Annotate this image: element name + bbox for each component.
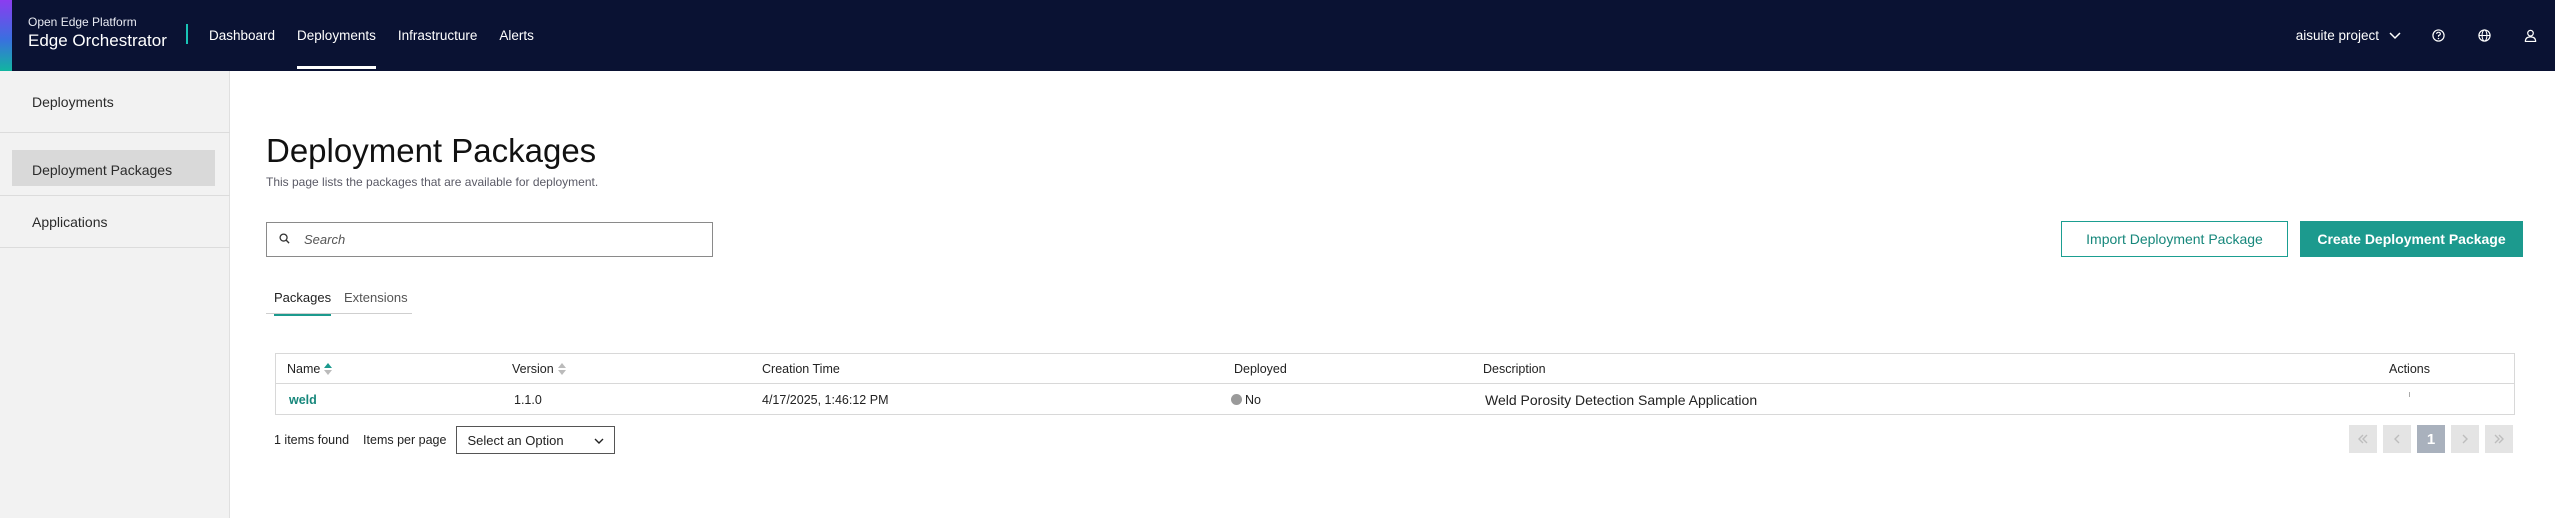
create-deployment-package-button[interactable]: Create Deployment Package bbox=[2300, 221, 2523, 257]
column-header-name[interactable]: Name bbox=[287, 354, 333, 384]
search-icon bbox=[279, 231, 290, 249]
tab-packages[interactable]: Packages bbox=[274, 290, 332, 316]
items-count: 1 items found bbox=[274, 433, 350, 447]
header-actions: aisuite project bbox=[2296, 0, 2555, 71]
first-page-button[interactable] bbox=[2349, 425, 2377, 453]
package-version: 1.1.0 bbox=[514, 392, 542, 407]
last-page-button[interactable] bbox=[2485, 425, 2513, 453]
pagination: 1 bbox=[2349, 425, 2513, 453]
status-dot bbox=[1231, 394, 1242, 405]
deployed-value: No bbox=[1245, 392, 1261, 407]
tab-extensions[interactable]: Extensions bbox=[344, 290, 408, 314]
import-deployment-package-button[interactable]: Import Deployment Package bbox=[2061, 221, 2288, 257]
items-per-page-select[interactable]: Select an Option bbox=[456, 426, 616, 454]
package-description: Weld Porosity Detection Sample Applicati… bbox=[1485, 391, 1758, 408]
sort-asc-icon bbox=[324, 363, 333, 375]
package-creation-time: 4/17/2025, 1:46:12 PM bbox=[762, 392, 889, 407]
brand-accent-bar bbox=[0, 0, 12, 71]
sidebar-item-deployments[interactable]: Deployments bbox=[0, 71, 230, 133]
table-row: weld 1.1.0 4/17/2025, 1:46:12 PM No Weld… bbox=[276, 384, 2514, 415]
search-box bbox=[266, 222, 713, 257]
next-page-button[interactable] bbox=[2451, 425, 2479, 453]
nav-infrastructure[interactable]: Infrastructure bbox=[387, 0, 489, 71]
nav-deployments[interactable]: Deployments bbox=[286, 0, 387, 71]
sort-icon bbox=[557, 363, 566, 375]
brand-product-name: Edge Orchestrator bbox=[28, 31, 167, 50]
nav-alerts[interactable]: Alerts bbox=[488, 0, 545, 71]
column-header-version[interactable]: Version bbox=[512, 354, 566, 384]
packages-table: Name Version Creation Time Deployed Desc… bbox=[275, 353, 2515, 415]
package-deployed-status: No bbox=[1231, 384, 1261, 415]
tab-bar: Packages Extensions bbox=[266, 290, 412, 316]
column-label: Version bbox=[512, 362, 554, 376]
sidebar-item-deployment-packages[interactable]: Deployment Packages bbox=[0, 133, 230, 196]
globe-icon[interactable] bbox=[2461, 0, 2507, 71]
top-header: Open Edge Platform Edge Orchestrator Das… bbox=[0, 0, 2555, 71]
page-number-button[interactable]: 1 bbox=[2417, 425, 2445, 453]
previous-page-button[interactable] bbox=[2383, 425, 2411, 453]
page-title: Deployment Packages bbox=[266, 132, 597, 169]
sidebar-item-label: Deployment Packages bbox=[32, 162, 173, 178]
main-nav: Dashboard Deployments Infrastructure Ale… bbox=[198, 0, 545, 71]
sidebar-item-label: Deployments bbox=[32, 93, 114, 110]
select-value: Select an Option bbox=[467, 432, 564, 448]
table-header: Name Version Creation Time Deployed Desc… bbox=[276, 354, 2514, 384]
column-header-actions: Actions bbox=[2389, 362, 2430, 376]
brand[interactable]: Open Edge Platform Edge Orchestrator bbox=[28, 14, 167, 52]
project-selector[interactable]: aisuite project bbox=[2296, 28, 2401, 43]
chevron-down-icon bbox=[2389, 30, 2401, 42]
kebab-icon bbox=[2409, 392, 2410, 397]
sidebar-item-label: Applications bbox=[32, 213, 108, 230]
user-icon[interactable] bbox=[2507, 0, 2553, 71]
column-header-description: Description bbox=[1483, 362, 1546, 376]
row-actions-menu[interactable] bbox=[2409, 384, 2410, 415]
chevron-left-icon bbox=[2394, 434, 2400, 444]
double-chevron-right-icon bbox=[2494, 434, 2504, 444]
search-input[interactable] bbox=[304, 232, 684, 247]
project-name: aisuite project bbox=[2295, 28, 2379, 43]
double-chevron-left-icon bbox=[2358, 434, 2368, 444]
column-header-creation-time: Creation Time bbox=[762, 362, 840, 376]
column-header-deployed: Deployed bbox=[1234, 362, 1287, 376]
chevron-right-icon bbox=[2462, 434, 2468, 444]
column-label: Name bbox=[287, 362, 321, 376]
chevron-down-icon bbox=[594, 433, 604, 448]
sidebar: Deployments Deployment Packages Applicat… bbox=[0, 71, 230, 518]
brand-platform-name: Open Edge Platform bbox=[28, 15, 137, 29]
items-per-page-label: Items per page bbox=[363, 433, 447, 447]
package-name-link[interactable]: weld bbox=[289, 384, 317, 415]
page-subtitle: This page lists the packages that are av… bbox=[266, 175, 599, 189]
nav-dashboard[interactable]: Dashboard bbox=[198, 0, 286, 71]
help-icon[interactable] bbox=[2415, 0, 2461, 71]
sidebar-item-applications[interactable]: Applications bbox=[0, 196, 230, 248]
table-footer: 1 items found Items per page Select an O… bbox=[274, 426, 616, 454]
brand-divider bbox=[186, 24, 188, 44]
